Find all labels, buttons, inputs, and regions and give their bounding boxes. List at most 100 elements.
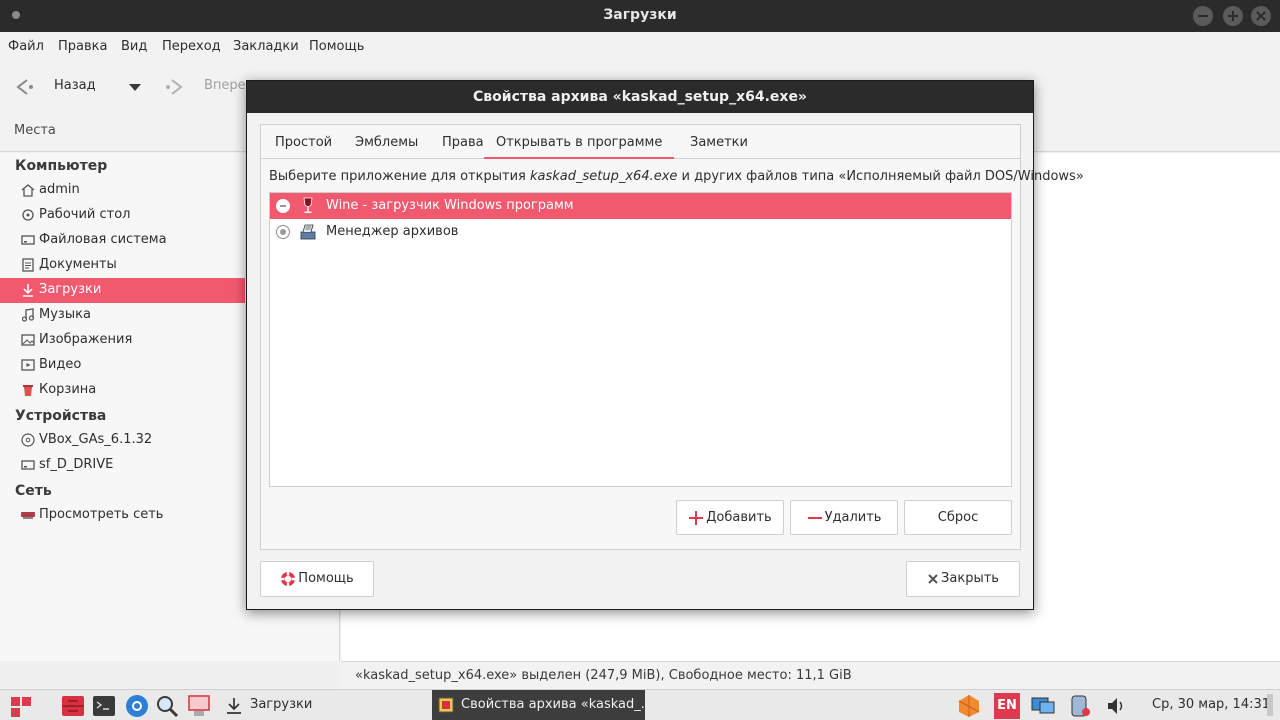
app-radio[interactable]	[276, 199, 290, 213]
app-radio[interactable]	[276, 225, 290, 239]
task-dialog-label: Свойства архива «kaskad_...	[461, 697, 654, 712]
disc-icon	[21, 433, 35, 447]
app-list: Wine - загрузчик Windows программ Менедж…	[269, 192, 1012, 487]
sidebar-item-label: VBox_GAs_6.1.32	[39, 432, 153, 447]
chevron-down-icon[interactable]	[124, 76, 146, 98]
tab-emblems[interactable]: Эмблемы	[355, 125, 418, 159]
task-dialog-button[interactable]: Свойства архива «kaskad_...	[432, 690, 653, 720]
network-icon	[21, 512, 35, 519]
tab-bar: Простой Эмблемы Права Открывать в програ…	[261, 125, 1020, 159]
close-button-label: Закрыть	[941, 571, 999, 586]
drive-icon	[21, 235, 35, 245]
sidebar-item-label: Документы	[39, 257, 117, 272]
menu-bookmarks[interactable]: Закладки	[233, 39, 299, 54]
terminal-icon[interactable]	[91, 693, 117, 719]
app-label: Менеджер архивов	[326, 224, 459, 239]
browser-icon[interactable]	[124, 693, 150, 719]
volume-icon[interactable]	[1103, 693, 1129, 719]
minimize-icon	[1198, 15, 1208, 17]
app-row-archive-manager[interactable]: Менеджер архивов	[270, 219, 1011, 245]
video-icon	[21, 359, 35, 371]
home-icon	[21, 184, 35, 197]
show-desktop-button[interactable]	[1267, 694, 1273, 716]
drive-icon	[21, 460, 35, 470]
sidebar-item-label: Музыка	[39, 307, 91, 322]
status-text: «kaskad_setup_x64.exe» выделен (247,9 Mi…	[355, 668, 852, 683]
maximize-icon	[1228, 11, 1238, 21]
menu-go[interactable]: Переход	[162, 39, 221, 54]
search-icon[interactable]	[154, 693, 180, 719]
tab-permissions[interactable]: Права	[442, 125, 484, 159]
sidebar-item-label: admin	[39, 182, 80, 197]
section-computer: Компьютер	[15, 158, 108, 174]
reset-button-label: Сброс	[937, 510, 979, 525]
forward-button[interactable]: Впере	[204, 78, 246, 93]
sidebar-item-label: sf_D_DRIVE	[39, 457, 114, 472]
menu-help[interactable]: Помощь	[309, 39, 364, 54]
download-task-icon[interactable]	[221, 693, 247, 719]
open-with-description: Выберите приложение для открытия kaskad_…	[269, 169, 1084, 184]
minimize-button[interactable]	[1193, 6, 1213, 26]
plus-icon	[689, 510, 704, 525]
sidebar-item-label: Просмотреть сеть	[39, 507, 164, 522]
add-button[interactable]: Добавить	[676, 500, 784, 535]
sidebar-item-label: Загрузки	[39, 282, 102, 297]
keyboard-layout-indicator[interactable]: EN	[994, 693, 1020, 719]
help-button-label: Помощь	[298, 571, 354, 586]
menubar: Файл Правка Вид Переход Закладки Помощь	[0, 32, 1280, 62]
package-icon[interactable]	[956, 693, 982, 719]
menu-file[interactable]: Файл	[8, 39, 44, 54]
remove-button[interactable]: Удалить	[790, 500, 898, 535]
sidebar-item-label: Рабочий стол	[39, 207, 131, 222]
remove-button-label: Удалить	[824, 510, 882, 525]
task-downloads[interactable]: Загрузки	[250, 697, 312, 712]
clock[interactable]: Ср, 30 мар, 14:31	[1152, 697, 1270, 712]
file-manager-launcher-icon[interactable]	[60, 693, 86, 719]
window-title: Загрузки	[603, 7, 677, 23]
tab-open-with[interactable]: Открывать в программе	[484, 125, 675, 159]
forward-icon[interactable]	[164, 76, 186, 98]
places-label: Места	[14, 123, 56, 138]
description-filename: kaskad_setup_x64.exe	[529, 169, 678, 184]
desktop-icon	[22, 209, 34, 221]
sidebar-item-label: Изображения	[39, 332, 133, 347]
storage-icon[interactable]	[1067, 693, 1093, 719]
trash-icon	[23, 385, 33, 396]
image-icon	[21, 334, 35, 346]
menu-edit[interactable]: Правка	[58, 39, 107, 54]
close-window-button[interactable]	[1251, 6, 1271, 26]
window-titlebar: Загрузки	[0, 0, 1280, 32]
lifebuoy-icon	[281, 571, 296, 586]
properties-dialog: Свойства архива «kaskad_setup_x64.exe» П…	[246, 80, 1084, 610]
archive-manager-icon	[300, 224, 316, 240]
properties-task-icon	[438, 697, 454, 713]
sidebar-item-label: Файловая система	[39, 232, 167, 247]
back-icon[interactable]	[13, 76, 35, 98]
menu-view[interactable]: Вид	[121, 39, 147, 54]
app-menu-icon[interactable]	[8, 693, 34, 719]
description-suffix: и других файлов типа «Исполняемый файл D…	[677, 169, 1084, 184]
section-devices: Устройства	[15, 408, 107, 424]
tab-notes[interactable]: Заметки	[690, 125, 748, 159]
document-icon	[22, 258, 34, 272]
sidebar-item-downloads[interactable]: Загрузки	[0, 278, 245, 303]
close-icon	[928, 573, 938, 584]
tab-basic[interactable]: Простой	[275, 125, 332, 159]
taskbar: Загрузки Свойства архива «kaskad_... EN …	[0, 689, 1280, 720]
close-button[interactable]: Закрыть	[906, 561, 1020, 597]
dialog-title: Свойства архива «kaskad_setup_x64.exe»	[247, 81, 1033, 113]
music-icon	[21, 308, 35, 322]
maximize-button[interactable]	[1223, 6, 1243, 26]
screenshot-icon[interactable]	[186, 693, 212, 719]
network-monitor-icon[interactable]	[1030, 693, 1056, 719]
description-prefix: Выберите приложение для открытия	[269, 169, 530, 184]
back-button[interactable]: Назад	[54, 78, 96, 93]
help-button[interactable]: Помощь	[260, 561, 374, 597]
reset-button[interactable]: Сброс	[904, 500, 1012, 535]
section-network: Сеть	[15, 483, 52, 499]
sidebar-item-label: Корзина	[39, 382, 97, 397]
dialog-notebook: Простой Эмблемы Права Открывать в програ…	[260, 124, 1084, 550]
add-button-label: Добавить	[706, 510, 772, 525]
wine-glass-icon	[303, 197, 313, 214]
app-row-wine[interactable]: Wine - загрузчик Windows программ	[270, 193, 1011, 219]
